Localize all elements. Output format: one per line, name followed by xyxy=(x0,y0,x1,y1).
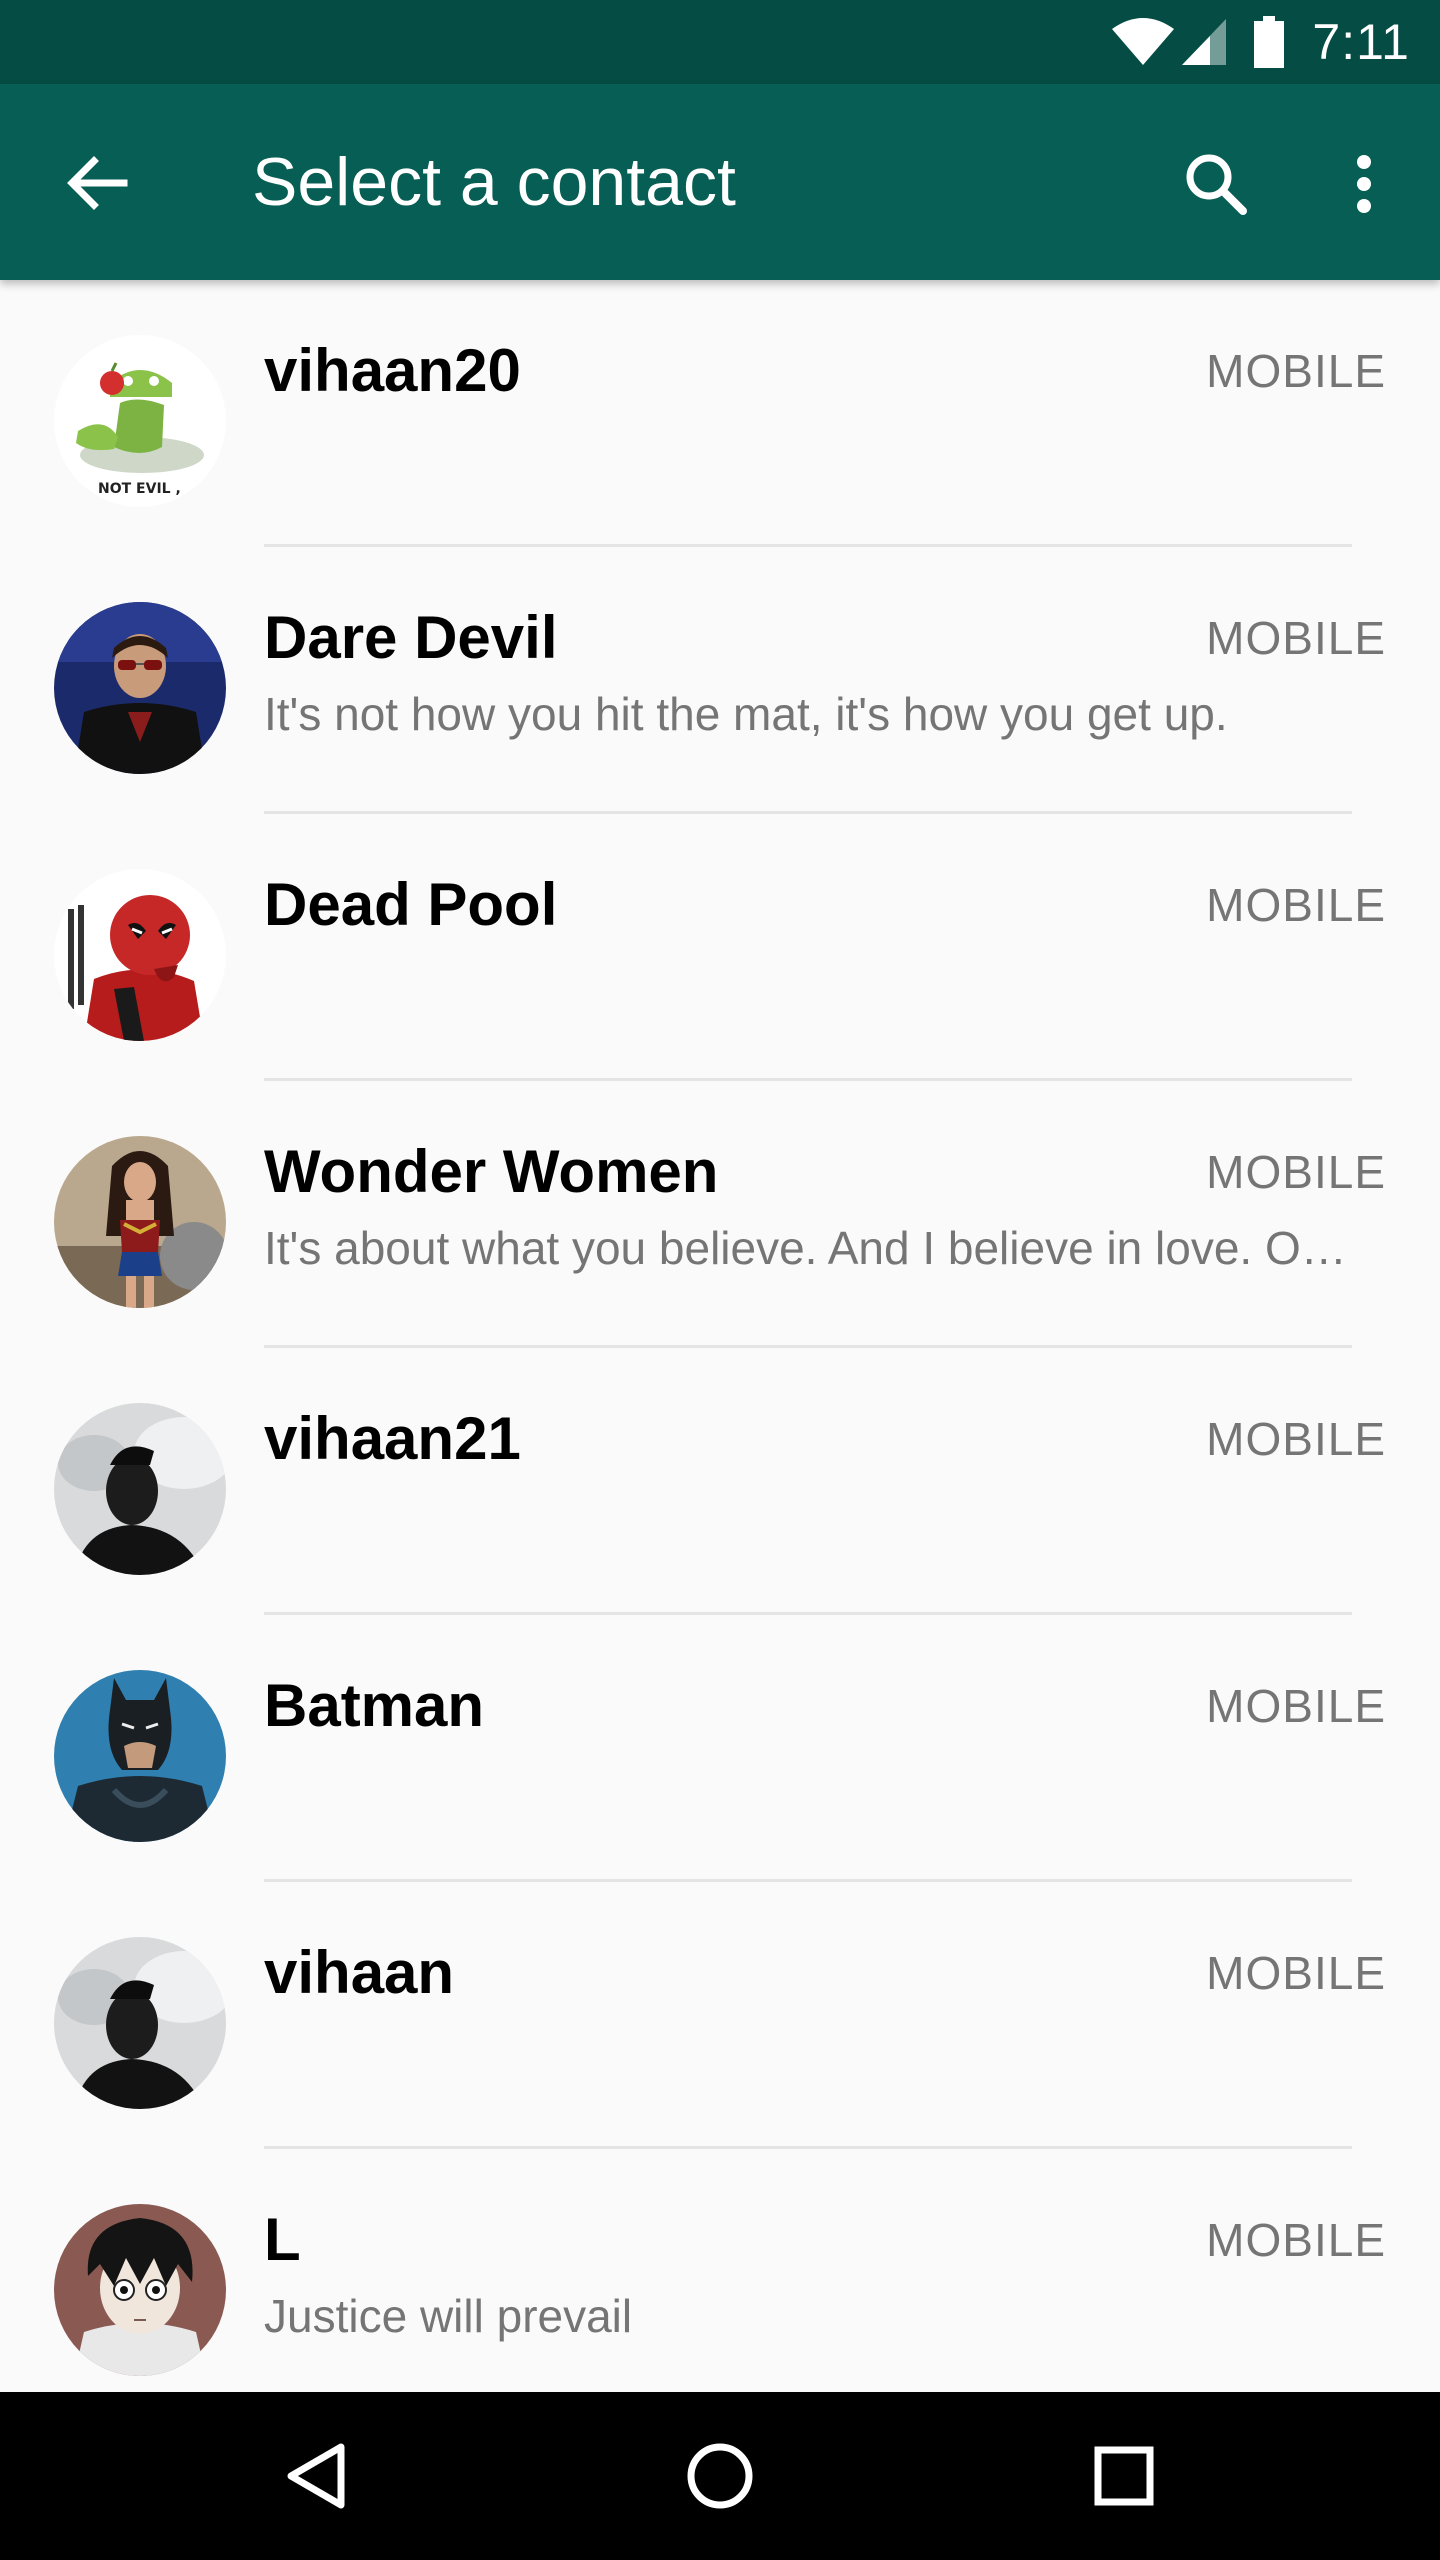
contact-type-label: MOBILE xyxy=(1206,1413,1386,1465)
contact-row[interactable]: Batman MOBILE xyxy=(0,1615,1440,1882)
app-bar: Select a contact xyxy=(0,84,1440,280)
contact-type-label: MOBILE xyxy=(1206,2214,1386,2266)
person-silhouette-avatar xyxy=(54,1937,226,2109)
person-silhouette-avatar xyxy=(54,1403,226,1575)
wifi-icon xyxy=(1110,17,1176,67)
contact-row[interactable]: Wonder Women It's about what you believe… xyxy=(0,1081,1440,1348)
contact-row[interactable]: NOT EVIL , vihaan20 MOBILE xyxy=(0,280,1440,547)
cell-signal-icon xyxy=(1180,17,1228,67)
home-circle-icon xyxy=(687,2443,753,2509)
contact-type-label: MOBILE xyxy=(1206,879,1386,931)
deadpool-avatar xyxy=(54,869,226,1041)
contact-list[interactable]: NOT EVIL , vihaan20 MOBILE Dare Devil It… xyxy=(0,280,1440,2390)
contact-name: Batman xyxy=(264,1672,485,1739)
contact-type-label: MOBILE xyxy=(1206,1146,1386,1198)
daredevil-avatar xyxy=(54,602,226,774)
nav-home-button[interactable] xyxy=(670,2426,770,2526)
page-title: Select a contact xyxy=(252,144,736,220)
contact-name: L xyxy=(264,2206,301,2273)
contact-row[interactable]: vihaan21 MOBILE xyxy=(0,1348,1440,1615)
search-icon xyxy=(1186,154,1247,215)
navigation-bar xyxy=(0,2392,1440,2560)
contact-status: It's not how you hit the mat, it's how y… xyxy=(264,688,1228,740)
battery-icon xyxy=(1254,16,1285,68)
anime-l-avatar xyxy=(54,2204,226,2376)
contact-name: vihaan20 xyxy=(264,337,521,404)
contact-row[interactable]: Dare Devil It's not how you hit the mat,… xyxy=(0,547,1440,814)
contact-name: Dead Pool xyxy=(264,871,558,938)
arrow-back-icon xyxy=(67,156,128,210)
contact-name: vihaan xyxy=(264,1939,455,2006)
nav-recents-button[interactable] xyxy=(1074,2426,1174,2526)
contact-row[interactable]: vihaan MOBILE xyxy=(0,1882,1440,2149)
status-bar: 7:11 xyxy=(0,0,1440,84)
more-options-button[interactable] xyxy=(1324,144,1404,224)
more-vert-icon xyxy=(1357,155,1371,213)
wonder-woman-avatar xyxy=(54,1136,226,1308)
contact-avatar[interactable] xyxy=(54,2204,226,2376)
contact-status: Justice will prevail xyxy=(264,2290,633,2342)
contact-avatar[interactable]: NOT EVIL , xyxy=(54,335,226,507)
back-triangle-icon xyxy=(287,2443,345,2509)
avatar-text: NOT EVIL , xyxy=(98,481,181,497)
back-button[interactable] xyxy=(60,146,134,220)
contact-type-label: MOBILE xyxy=(1206,612,1386,664)
contact-avatar[interactable] xyxy=(54,869,226,1041)
search-button[interactable] xyxy=(1176,144,1256,224)
contact-row[interactable]: L Justice will prevail MOBILE xyxy=(0,2149,1440,2390)
contact-avatar[interactable] xyxy=(54,1403,226,1575)
contact-name: Dare Devil xyxy=(264,604,558,671)
android-not-evil-avatar: NOT EVIL , xyxy=(54,335,226,507)
contact-avatar[interactable] xyxy=(54,1136,226,1308)
recents-square-icon xyxy=(1094,2446,1154,2506)
contact-avatar[interactable] xyxy=(54,1670,226,1842)
contact-row[interactable]: Dead Pool MOBILE xyxy=(0,814,1440,1081)
contact-name: Wonder Women xyxy=(264,1138,719,1205)
nav-back-button[interactable] xyxy=(266,2426,366,2526)
clock-time: 7:11 xyxy=(1312,14,1410,70)
contact-name: vihaan21 xyxy=(264,1405,521,1472)
batman-avatar xyxy=(54,1670,226,1842)
contact-avatar[interactable] xyxy=(54,602,226,774)
contact-type-label: MOBILE xyxy=(1206,1680,1386,1732)
contact-type-label: MOBILE xyxy=(1206,1947,1386,1999)
contact-avatar[interactable] xyxy=(54,1937,226,2109)
contact-type-label: MOBILE xyxy=(1206,345,1386,397)
contact-status: It's about what you believe. And I belie… xyxy=(264,1222,1347,1274)
